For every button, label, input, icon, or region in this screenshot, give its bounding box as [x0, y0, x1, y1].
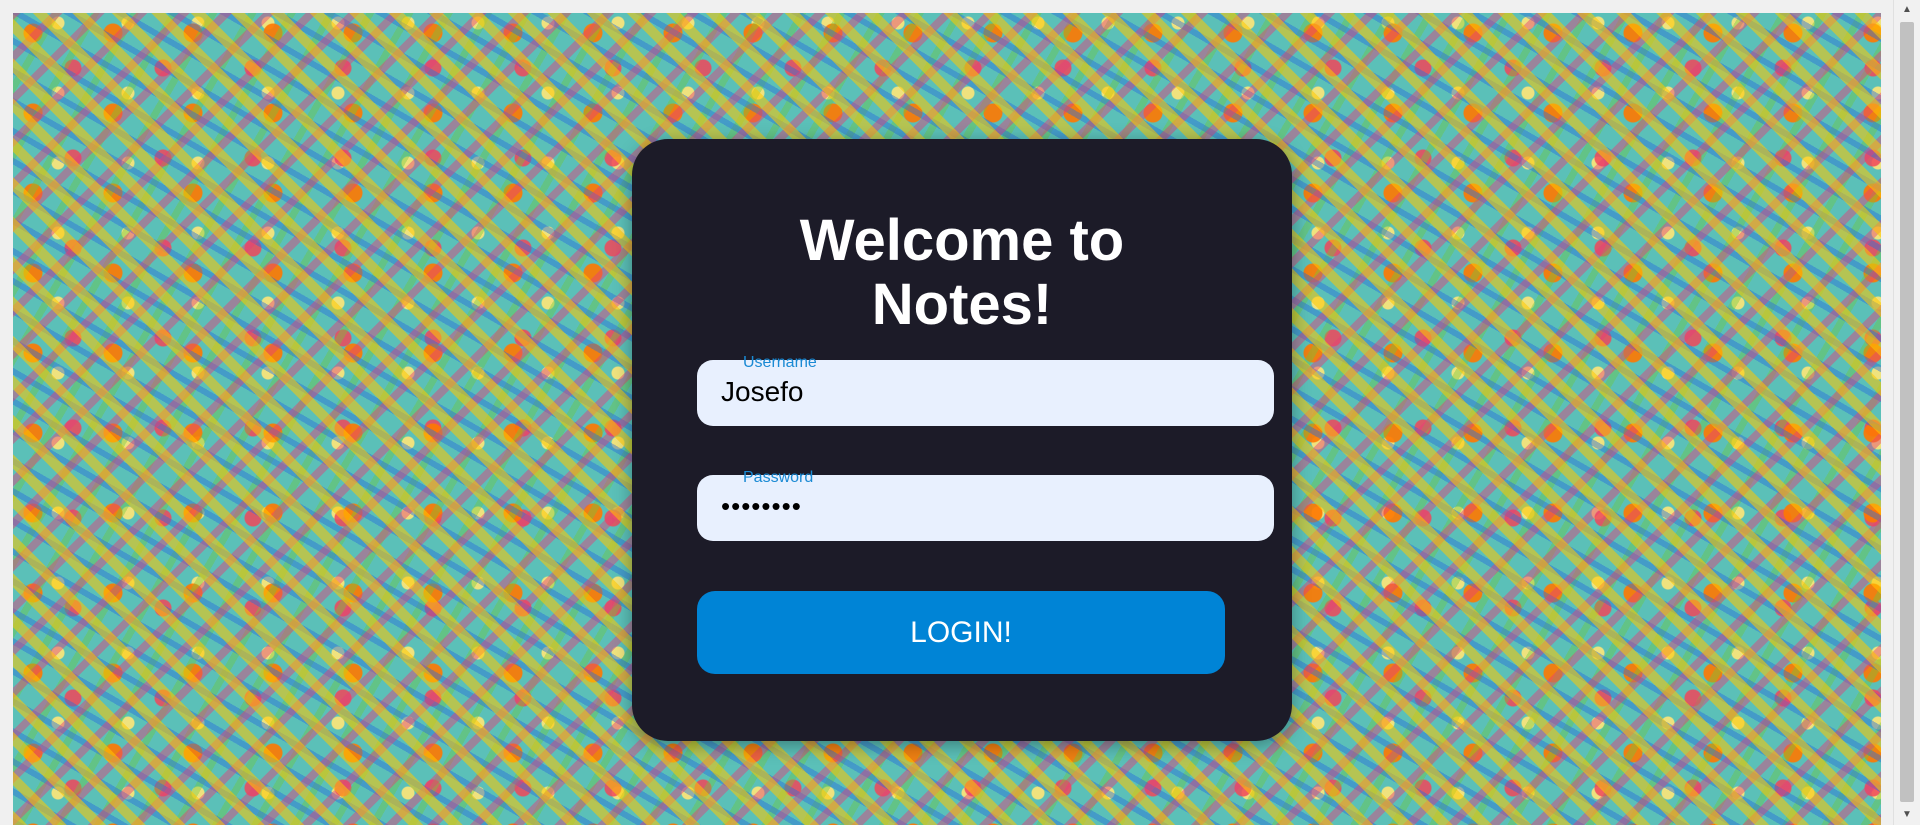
- username-label: Username: [743, 354, 817, 371]
- background-pattern: Welcome to Notes! Username Josefo Passwo…: [13, 13, 1881, 825]
- title-line-1: Welcome to: [799, 208, 1125, 273]
- login-card: Welcome to Notes! Username Josefo Passwo…: [632, 139, 1292, 741]
- password-field[interactable]: Password ••••••••: [697, 469, 1274, 541]
- vertical-scrollbar[interactable]: ▲ ▼: [1893, 0, 1920, 825]
- password-input[interactable]: ••••••••: [721, 491, 802, 522]
- scroll-up-arrow-icon[interactable]: ▲: [1894, 0, 1920, 20]
- username-input[interactable]: Josefo: [721, 376, 804, 408]
- password-label: Password: [743, 469, 814, 486]
- username-field[interactable]: Username Josefo: [697, 354, 1274, 426]
- page-title: Welcome to Notes!: [632, 209, 1292, 337]
- title-line-2: Notes!: [871, 272, 1053, 337]
- scrollbar-thumb[interactable]: [1900, 22, 1914, 802]
- scroll-down-arrow-icon[interactable]: ▼: [1894, 805, 1920, 825]
- login-button[interactable]: LOGIN!: [697, 591, 1225, 674]
